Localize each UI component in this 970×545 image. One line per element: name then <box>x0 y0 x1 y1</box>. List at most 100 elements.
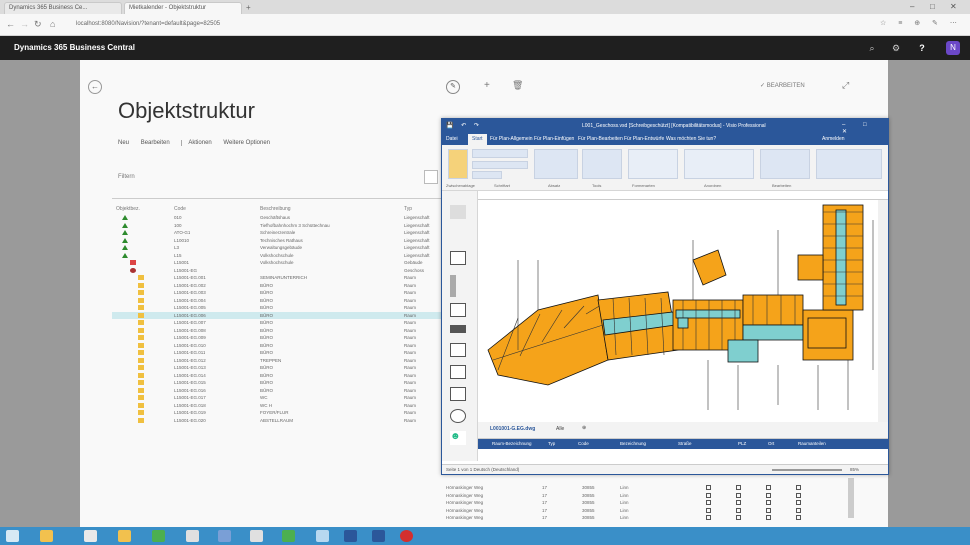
visio-menu-item[interactable]: Was möchten Sie tun? <box>666 136 716 142</box>
checkbox[interactable] <box>736 507 741 513</box>
sheet-all[interactable]: Alle <box>556 426 564 432</box>
tab-aktionen[interactable]: Aktionen <box>181 140 212 146</box>
table-row[interactable]: L15001-EG.007 BÜRO Raum <box>112 319 442 327</box>
table-row[interactable]: L15001-EG.018 WC H Raum <box>112 402 442 410</box>
filter-button[interactable] <box>424 170 438 184</box>
checkbox[interactable] <box>706 485 711 490</box>
table-row[interactable]: 100 Tiefhofbahnhochm 3 Schüttechnau Liegen… <box>112 222 442 230</box>
checkbox[interactable] <box>766 515 771 520</box>
checkbox[interactable] <box>706 515 711 520</box>
table-row[interactable]: ATO-G1 Schreinerzentrale Liegenschaft <box>112 229 442 237</box>
search-icon[interactable]: ⌕ <box>866 42 878 54</box>
shape-data-column[interactable]: Ort <box>768 441 774 446</box>
tab-weitere-optionen[interactable]: Weitere Optionen <box>223 140 270 146</box>
visio-menu-item[interactable]: Für Plan-Bearbeiten <box>578 136 623 142</box>
checkbox[interactable] <box>736 492 741 498</box>
refresh-icon[interactable]: ↻ <box>34 19 42 30</box>
col-header[interactable]: Beschreibung <box>260 206 291 212</box>
table-row[interactable]: Hörnaskinger Weg 17 30855 Linn <box>442 507 842 515</box>
shape-styles-gallery[interactable] <box>628 149 678 179</box>
shape-data-column[interactable]: Straße <box>678 441 692 446</box>
checkbox[interactable] <box>796 485 801 490</box>
filter-label[interactable]: Filtern <box>118 174 135 180</box>
expand-icon[interactable]: ⤢ <box>842 80 849 91</box>
paragraph-buttons[interactable] <box>534 149 578 179</box>
zoom-level[interactable]: 85% <box>850 467 859 472</box>
editing-buttons[interactable] <box>760 149 810 179</box>
visio-menu-item[interactable]: Anmelden <box>822 136 845 142</box>
table-row[interactable]: L15001-EG.012 TREPPEN Raum <box>112 357 442 365</box>
folder-icon[interactable] <box>118 530 131 542</box>
close-icon[interactable]: ✕ <box>950 2 957 11</box>
corridor[interactable] <box>675 309 741 319</box>
right-section[interactable] <box>742 294 804 326</box>
edit-pencil-icon[interactable]: ✎ <box>446 80 460 94</box>
checkbox[interactable] <box>706 507 711 513</box>
back-button[interactable]: ← <box>88 80 102 94</box>
add-icon[interactable]: + <box>484 80 490 91</box>
table-row[interactable]: L15001-EG Geschoss <box>112 267 442 275</box>
url-field[interactable]: localhost:8080/Navision/?tenant=default&… <box>70 18 830 32</box>
shape-stencil[interactable] <box>450 303 466 317</box>
edit-action[interactable]: ✓ BEARBEITEN <box>760 82 805 89</box>
table-row[interactable]: L15001-EG.020 ABSTELLRAUM Raum <box>112 417 442 425</box>
gear-icon[interactable]: ⚙ <box>890 42 902 54</box>
table-row[interactable]: L15001-EG.004 BÜRO Raum <box>112 297 442 305</box>
table-row[interactable]: L15001-EG.002 BÜRO Raum <box>112 282 442 290</box>
shape-stencil[interactable] <box>450 275 456 297</box>
back-icon[interactable]: ← <box>6 19 15 29</box>
table-row[interactable]: L15001-EG.013 BÜRO Raum <box>112 364 442 372</box>
maximize-icon[interactable]: □ <box>930 2 935 11</box>
tab-bearbeiten[interactable]: Bearbeiten <box>141 140 170 146</box>
checkbox[interactable] <box>736 485 741 490</box>
checkbox[interactable] <box>706 500 711 505</box>
forward-icon[interactable]: → <box>20 19 29 29</box>
shape-stencil[interactable] <box>450 343 466 357</box>
table-row[interactable]: L3 Verwaltungsgebäude Liegenschaft <box>112 244 442 252</box>
col-header[interactable]: Typ <box>404 206 412 212</box>
arrange-buttons[interactable] <box>684 149 754 179</box>
sheet-tab[interactable]: L001001-G.EG.dwg <box>490 426 535 432</box>
help-icon[interactable]: ? <box>916 42 928 54</box>
table-row[interactable]: L15001-EG.006 BÜRO Raum <box>112 311 442 319</box>
hall[interactable] <box>727 339 759 363</box>
table-row[interactable]: L15001-EG.019 FOYER/FLUR Raum <box>112 409 442 417</box>
table-row[interactable]: L15001-EG.001 SEMINARUNTERRICH Raum <box>112 274 442 282</box>
add-sheet-icon[interactable]: ⊕ <box>582 425 586 431</box>
table-row[interactable]: L15001-EG.016 BÜRO Raum <box>112 387 442 395</box>
browser-toolbar-icons[interactable]: ☆ ≡ ⊕ ✎ ⋯ <box>880 19 962 27</box>
table-row[interactable]: L15001 Volkshochschule Gebäude <box>112 259 442 267</box>
table-row[interactable]: 010 Geschäftshaus Liegenschaft <box>112 214 442 222</box>
tab-neu[interactable]: Neu <box>118 140 129 146</box>
shape-data-column[interactable]: Typ <box>548 441 555 446</box>
visio-taskbar-icon[interactable] <box>344 530 357 542</box>
more-buttons[interactable] <box>816 149 882 179</box>
checkbox[interactable] <box>736 515 741 520</box>
table-row[interactable]: L10010 Technisches Rathaus Liegenschaft <box>112 237 442 245</box>
home-icon[interactable]: ⌂ <box>50 19 55 29</box>
visio-menu-item[interactable]: Start <box>468 134 487 145</box>
visio-menu-item[interactable]: Für Plan-Entwürfe <box>624 136 664 142</box>
col-header[interactable]: Code <box>174 206 186 212</box>
main-hall-inner[interactable] <box>807 317 847 349</box>
people-icon[interactable]: ☻ <box>450 431 466 445</box>
paste-icon[interactable] <box>448 149 468 179</box>
col-header[interactable]: Objektbez. <box>116 206 140 212</box>
visio-menu-item[interactable]: Datei <box>446 136 458 142</box>
table-row[interactable]: Hörnaskinger Weg 17 30855 Linn <box>442 514 842 522</box>
checkbox[interactable] <box>766 507 771 513</box>
vertical-scrollbar[interactable] <box>878 200 888 422</box>
font-color-buttons[interactable] <box>472 171 502 179</box>
table-row[interactable]: L15 Volkshochschule Liegenschaft <box>112 252 442 260</box>
shape-data-column[interactable]: Bezeichnung <box>620 441 646 446</box>
minimize-icon[interactable]: – <box>910 2 914 11</box>
visio-menu-item[interactable]: Für Plan-Einfügen <box>534 136 574 142</box>
table-row[interactable]: L15001-EG.008 BÜRO Raum <box>112 327 442 335</box>
table-row[interactable]: L15001-EG.015 BÜRO Raum <box>112 379 442 387</box>
taskbar-app-icon[interactable] <box>84 530 97 542</box>
checkbox[interactable] <box>766 500 771 505</box>
checkbox[interactable] <box>796 507 801 513</box>
table-row[interactable]: Hörnaskinger Weg 17 30855 Linn <box>442 499 842 507</box>
font-format-buttons[interactable] <box>472 161 528 169</box>
room-shape[interactable] <box>797 254 824 281</box>
